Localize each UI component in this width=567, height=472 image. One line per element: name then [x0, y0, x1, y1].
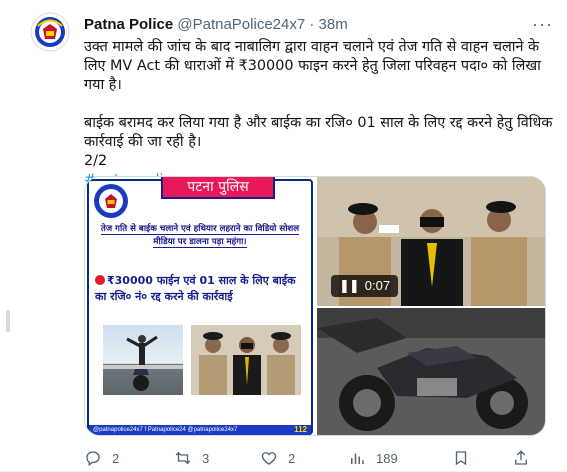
media-grid: पटना पुलिस तेज गति से बाईक चलाने एवं हथि… [84, 176, 546, 436]
author-name[interactable]: Patna Police [84, 16, 173, 33]
author-handle[interactable]: @PatnaPolice24x7 [177, 16, 305, 33]
reply-icon [86, 451, 100, 467]
analytics-icon [351, 453, 364, 464]
scroll-indicator [6, 310, 10, 332]
tweet-text: उक्त मामले की जांच के बाद नाबालिग द्वारा… [84, 38, 554, 190]
separator: · [309, 16, 315, 33]
retweet-button[interactable]: 3 [174, 448, 209, 468]
views-button[interactable]: 189 [348, 448, 398, 468]
timestamp[interactable]: 38m [319, 16, 348, 33]
video-thumbnail[interactable]: ❚❚ 0:07 [317, 177, 545, 306]
like-button[interactable]: 2 [260, 448, 295, 468]
more-options-icon[interactable]: ··· [532, 14, 553, 35]
tweet-card[interactable]: Patna Police @PatnaPolice24x7 · 38m ··· … [0, 0, 567, 472]
poster-banner: पटना पुलिस [161, 177, 275, 199]
heart-icon [261, 452, 277, 465]
retweet-count: 3 [202, 450, 210, 466]
reply-button[interactable]: 2 [84, 448, 119, 468]
reply-count: 2 [112, 450, 120, 466]
poster-photo-officers [191, 325, 301, 395]
view-count: 189 [376, 450, 398, 466]
pause-icon[interactable]: ❚❚ [339, 278, 360, 293]
patna-police-logo-icon [30, 12, 70, 52]
bookmark-button[interactable] [452, 448, 470, 468]
seized-bikes-photo[interactable] [317, 308, 545, 435]
share-button[interactable] [512, 448, 530, 468]
share-icon [515, 450, 527, 465]
thread-count: 2/2 [84, 153, 108, 169]
video-duration-badge[interactable]: ❚❚ 0:07 [331, 275, 399, 297]
like-count: 2 [288, 450, 296, 466]
poster-image[interactable]: पटना पुलिस तेज गति से बाईक चलाने एवं हथि… [85, 177, 315, 435]
helpline-number: 112 [294, 425, 307, 434]
tweet-header: Patna Police @PatnaPolice24x7 · 38m [84, 16, 348, 33]
avatar[interactable] [30, 12, 70, 52]
retweet-icon [175, 451, 191, 465]
tweet-paragraph: उक्त मामले की जांच के बाद नाबालिग द्वारा… [84, 39, 541, 93]
poster-photo-bike-stunt [103, 325, 183, 395]
tweet-actions: 2 3 2 189 [84, 448, 554, 468]
red-dot-icon [95, 275, 105, 285]
poster-footer: @patnapolice24x7 f Patnapolice24 @patnap… [89, 425, 311, 435]
police-badge-icon [94, 184, 128, 218]
bookmark-icon [455, 451, 467, 466]
tweet-paragraph: बाईक बरामद कर लिया गया है और बाईक का रजि… [84, 115, 553, 150]
poster-headline: तेज गति से बाईक चलाने एवं हथियार लहराने … [100, 224, 300, 248]
poster-fine-text: ₹30000 फाईन एवं 01 साल के लिए बाईक का रज… [95, 274, 296, 303]
